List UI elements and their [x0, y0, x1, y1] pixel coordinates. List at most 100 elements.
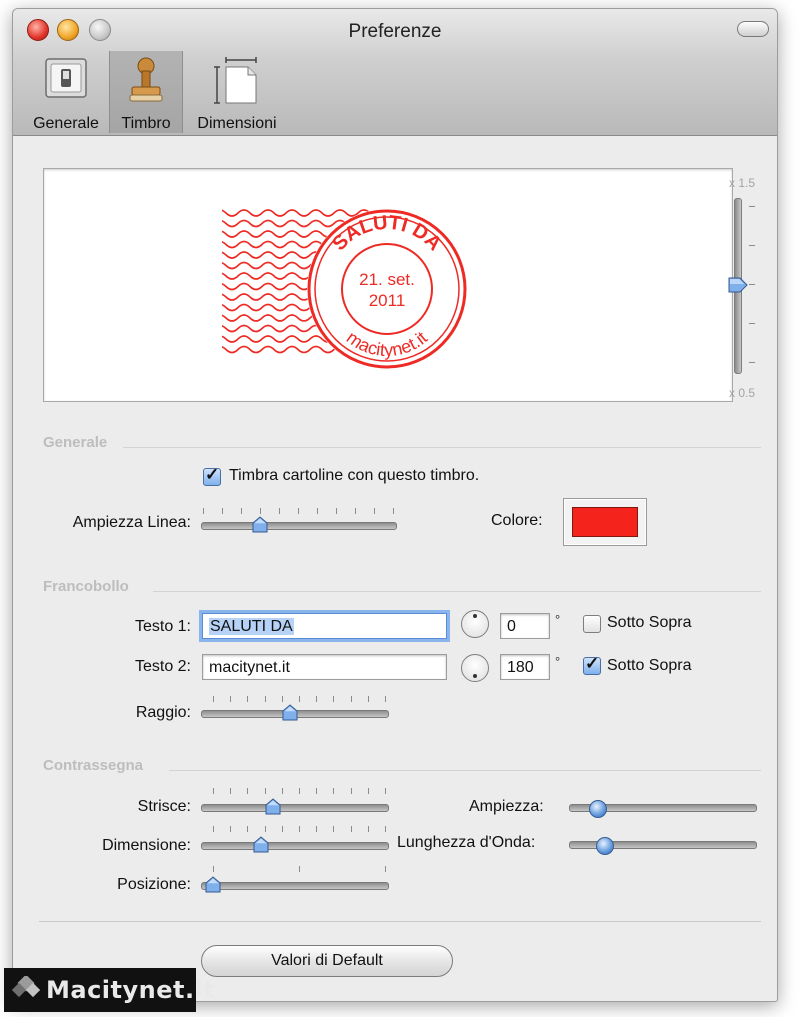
slider-tick: [393, 508, 394, 514]
position-slider-knob[interactable]: [204, 876, 222, 894]
footer-divider: [39, 921, 761, 922]
slider-tick: [299, 866, 300, 872]
slider-tick: [230, 788, 232, 794]
stamp-icon: [129, 57, 163, 102]
slider-tick: [247, 826, 249, 832]
flip1-checkbox[interactable]: [583, 615, 601, 633]
stamp-postcards-label: Timbra cartoline con questo timbro.: [229, 467, 480, 484]
slider-tick: [350, 696, 352, 702]
slider-tick: [317, 508, 318, 514]
angle1-dial[interactable]: [461, 610, 489, 638]
radius-slider-knob[interactable]: [281, 704, 299, 722]
slider-tick: [299, 696, 300, 702]
flip2-checkbox[interactable]: ✓: [583, 654, 601, 675]
size-ticks: [213, 826, 386, 832]
size-slider-knob[interactable]: [252, 836, 270, 854]
line-width-slider[interactable]: [201, 522, 397, 530]
color-swatch: [572, 507, 638, 537]
zoom-tick: [749, 284, 755, 285]
stamp-preview: SALUTI DA macitynet.it 21. set. 2011: [43, 168, 733, 402]
stamp-postcards-checkbox[interactable]: ✓: [203, 465, 221, 486]
size-label: Dimensione:: [102, 837, 191, 854]
section-divider: [123, 447, 761, 448]
slider-tick: [281, 696, 283, 702]
slider-tick: [213, 826, 214, 832]
degree-symbol: °: [555, 654, 561, 669]
watermark: Macitynet.it: [4, 968, 215, 1012]
slider-tick: [299, 788, 300, 794]
window-title: Preferenze: [348, 21, 442, 42]
stripes-ticks: [213, 788, 386, 794]
text2-field[interactable]: macitynet.it: [202, 654, 447, 680]
content-area: SALUTI DA macitynet.it 21. set. 2011 x 1…: [13, 136, 777, 1001]
slider-tick: [385, 788, 386, 794]
slider-tick: [213, 866, 214, 872]
slider-tick: [264, 788, 266, 794]
color-well[interactable]: [563, 498, 647, 546]
zoom-tick: [749, 362, 755, 363]
dial-indicator: [473, 674, 477, 678]
slider-tick: [281, 788, 283, 794]
color-label: Colore:: [491, 512, 543, 529]
slider-tick: [222, 508, 223, 514]
tab-generale[interactable]: Generale: [23, 51, 109, 133]
line-width-slider-knob[interactable]: [251, 516, 269, 534]
radius-ticks: [213, 696, 386, 702]
section-francobollo-title: Francobollo: [43, 578, 129, 595]
degree-symbol: °: [555, 612, 561, 627]
dial-indicator: [473, 614, 477, 618]
tab-timbro[interactable]: Timbro: [109, 51, 183, 133]
slider-tick: [264, 826, 266, 832]
slider-tick: [299, 826, 300, 832]
slider-tick: [367, 826, 369, 832]
slider-tick: [264, 696, 266, 702]
switch-icon: [45, 58, 87, 98]
flip2-label: Sotto Sopra: [607, 657, 692, 674]
slider-tick: [279, 508, 280, 514]
tab-dimensioni-label: Dimensioni: [197, 115, 277, 132]
position-label: Posizione:: [117, 876, 191, 893]
stripes-slider-knob[interactable]: [264, 798, 282, 816]
amplitude-slider-knob[interactable]: [589, 800, 607, 818]
section-divider: [169, 770, 761, 771]
slider-tick: [367, 788, 369, 794]
slider-tick: [230, 696, 232, 702]
zoom-slider-knob[interactable]: [728, 276, 748, 294]
text1-value: SALUTI DA: [209, 618, 294, 635]
wavelength-slider-knob[interactable]: [595, 837, 614, 855]
slider-tick: [385, 826, 386, 832]
zoom-tick: [749, 245, 755, 246]
section-divider: [153, 591, 761, 592]
text1-field[interactable]: SALUTI DA: [202, 613, 447, 639]
angle2-dial[interactable]: [461, 654, 489, 682]
toolbar-toggle-button[interactable]: [737, 21, 769, 37]
slider-tick: [247, 696, 249, 702]
position-slider[interactable]: [201, 882, 389, 890]
zoom-max-label: x 1.5: [729, 176, 756, 190]
wavelength-label: Lunghezza d'Onda:: [397, 834, 536, 851]
slider-tick: [316, 696, 318, 702]
page-size-icon: [214, 57, 257, 104]
size-slider[interactable]: [201, 842, 389, 850]
angle1-field[interactable]: 0: [500, 613, 550, 639]
angle2-field[interactable]: 180: [500, 654, 550, 680]
slider-tick: [298, 508, 299, 514]
watermark-logo-icon: [12, 976, 40, 998]
line-width-ticks: [203, 508, 394, 514]
tab-dimensioni[interactable]: Dimensioni: [185, 51, 289, 133]
flip1-label: Sotto Sopra: [607, 614, 692, 631]
checkmark-icon: ✓: [585, 654, 600, 673]
position-ticks: [213, 866, 386, 872]
default-values-button[interactable]: Valori di Default: [201, 945, 453, 977]
slider-tick: [385, 866, 386, 872]
section-contrassegna-title: Contrassegna: [43, 757, 144, 774]
stamp-date-line2: 2011: [369, 291, 406, 310]
slider-tick: [203, 508, 204, 514]
slider-tick: [316, 788, 318, 794]
stamp-date-line1: 21. set.: [359, 270, 415, 289]
watermark-text: Macitynet.it: [46, 976, 216, 1004]
stripes-slider[interactable]: [201, 804, 389, 812]
slider-tick: [350, 826, 352, 832]
title-bar: Preferenze Generale Timbro Dimensioni: [13, 9, 777, 136]
slider-tick: [333, 788, 335, 794]
